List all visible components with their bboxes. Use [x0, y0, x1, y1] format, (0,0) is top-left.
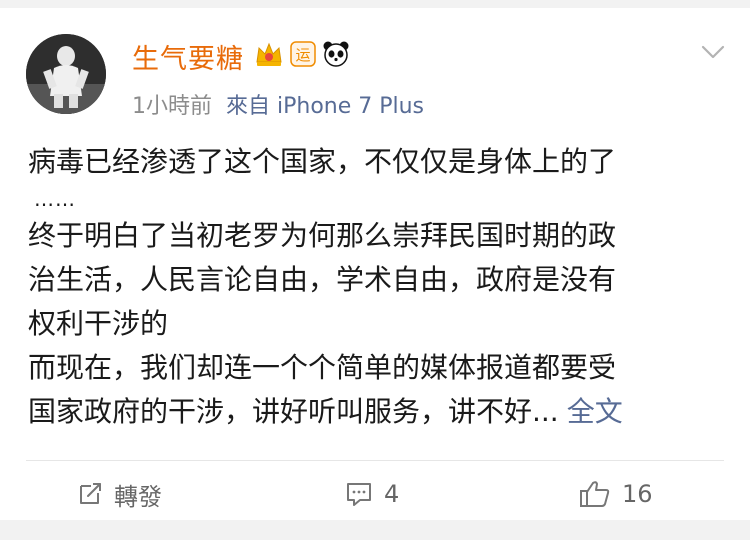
avatar[interactable] — [26, 34, 106, 114]
username[interactable]: 生气要糖 — [132, 37, 244, 76]
badge-group: 运 — [254, 40, 350, 72]
weibo-post-card: 生气要糖 运 1小時前 來自 iPhone 7 Plus 病毒已经渗透了这个国家… — [0, 8, 750, 520]
panda-icon[interactable] — [322, 40, 350, 72]
divider — [26, 460, 724, 461]
content-line: 治生活，人民言论自由，学术自由，政府是没有 — [28, 263, 617, 296]
content-line-text: 国家政府的干涉，讲好听叫服务，讲不好... — [28, 395, 559, 428]
like-count: 16 — [622, 480, 653, 508]
content-line: 权利干涉的 — [28, 307, 169, 340]
content-line: 而现在，我们却连一个个简单的媒体报道都要受 — [28, 351, 617, 384]
content-line-last: 国家政府的干涉，讲好听叫服务，讲不好... 全文 — [28, 390, 724, 434]
name-row: 生气要糖 运 — [132, 34, 350, 78]
content-line: …… — [34, 187, 76, 211]
repost-button[interactable]: 轉發 — [76, 470, 162, 518]
post-content: 病毒已经渗透了这个国家，不仅仅是身体上的了 …… 终于明白了当初老罗为何那么崇拜… — [28, 140, 724, 434]
repost-icon — [76, 480, 104, 508]
action-bar: 轉發 4 16 — [0, 470, 750, 518]
like-button[interactable]: 16 — [578, 470, 653, 518]
comment-icon — [344, 480, 374, 508]
post-time: 1小時前 — [132, 94, 212, 119]
yun-badge-label: 运 — [295, 46, 310, 64]
full-text-link[interactable]: 全文 — [567, 395, 623, 428]
post-meta: 1小時前 來自 iPhone 7 Plus — [132, 88, 424, 120]
content-line: 病毒已经渗透了这个国家，不仅仅是身体上的了 — [28, 145, 617, 178]
content-line: 终于明白了当初老罗为何那么崇拜民国时期的政 — [28, 219, 617, 252]
chevron-down-icon[interactable] — [700, 42, 726, 62]
crown-vip-icon[interactable] — [254, 40, 284, 72]
post-source: 來自 iPhone 7 Plus — [226, 94, 425, 119]
comment-button[interactable]: 4 — [344, 470, 399, 518]
repost-label: 轉發 — [114, 482, 162, 511]
yun-badge-icon[interactable]: 运 — [290, 41, 316, 71]
thumbs-up-icon — [578, 479, 612, 509]
comment-count: 4 — [384, 480, 400, 508]
